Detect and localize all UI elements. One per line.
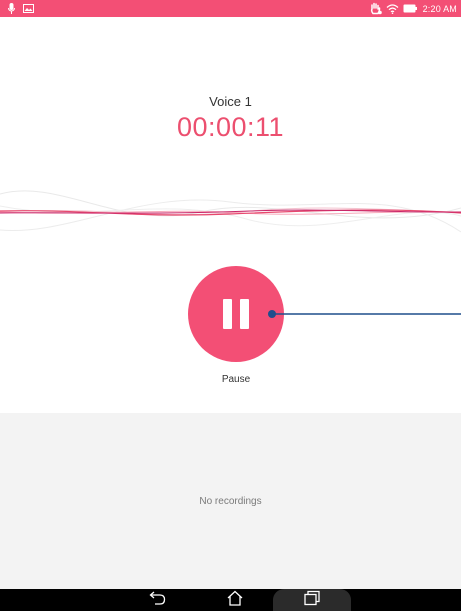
battery-icon (403, 4, 417, 13)
pause-icon (223, 299, 249, 329)
recordings-list: No recordings (0, 413, 461, 589)
image-icon (23, 4, 34, 13)
wifi-icon (386, 3, 399, 14)
recording-title: Voice 1 (209, 94, 252, 109)
recents-button[interactable] (273, 589, 351, 611)
recording-timer: 00:00:11 (176, 112, 285, 142)
pause-label: Pause (221, 374, 251, 385)
recents-icon (303, 590, 321, 611)
status-time: 2:20 AM (422, 3, 457, 14)
navigation-bar (0, 589, 461, 611)
home-icon (226, 590, 244, 611)
audio-waveform (0, 190, 461, 233)
empty-recordings-message: No recordings (199, 496, 262, 507)
back-button[interactable] (147, 591, 169, 610)
home-button[interactable] (224, 590, 246, 611)
callout-pointer (268, 310, 461, 318)
hand-icon (369, 2, 382, 15)
back-icon (149, 591, 167, 610)
status-bar: 2:20 AM (0, 0, 461, 17)
microphone-icon (8, 3, 15, 14)
